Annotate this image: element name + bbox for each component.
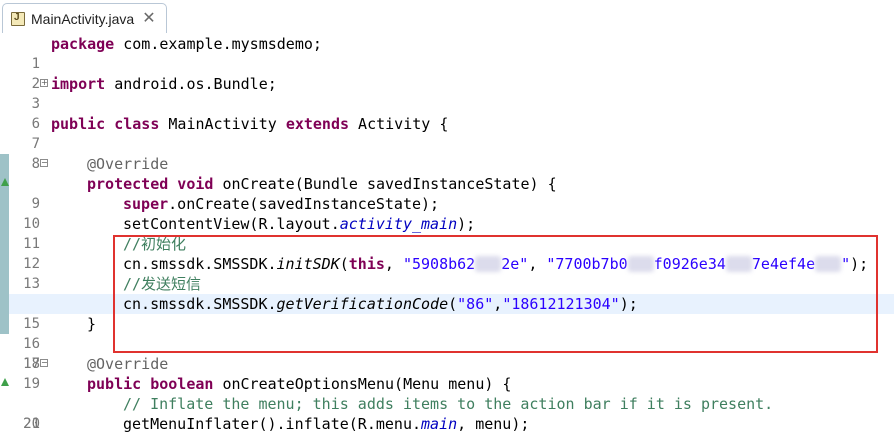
change-marker bbox=[0, 274, 9, 294]
keyword: package bbox=[51, 35, 115, 53]
highlight-box bbox=[113, 235, 878, 353]
code-text: onCreate(Bundle savedInstanceState) { bbox=[213, 175, 557, 193]
java-file-icon bbox=[11, 11, 25, 26]
gutter-marker bbox=[0, 374, 9, 394]
static-field: main bbox=[421, 415, 458, 433]
code-line: 20 public boolean onCreateOptionsMenu(Me… bbox=[0, 374, 894, 432]
code-editor[interactable]: 1 package com.example.mysmsdemo; 2 3 + i… bbox=[0, 34, 894, 433]
change-marker bbox=[0, 174, 9, 194]
change-marker bbox=[0, 294, 9, 314]
code-line: 22 getMenuInflater().inflate(R.menu.main… bbox=[0, 414, 894, 433]
override-arrow-icon[interactable] bbox=[1, 378, 9, 386]
keyword: super bbox=[123, 195, 169, 213]
code-text: com.example.mysmsdemo; bbox=[114, 35, 322, 53]
code-line: 3 + import android.os.Bundle; bbox=[0, 74, 894, 112]
code-text: .onCreate(savedInstanceState); bbox=[168, 195, 440, 213]
keyword: public class bbox=[51, 115, 160, 133]
code-text: , menu); bbox=[457, 415, 530, 433]
comment: // Inflate the menu; this adds items to … bbox=[123, 395, 774, 413]
code-text: Activity { bbox=[349, 115, 449, 133]
code-line: 2 bbox=[0, 54, 894, 92]
change-marker bbox=[0, 234, 9, 254]
keyword: import bbox=[51, 75, 106, 93]
code-line: 1 package com.example.mysmsdemo; bbox=[0, 34, 894, 72]
annotation: @Override bbox=[87, 155, 169, 173]
collapse-fold-icon[interactable]: − bbox=[40, 159, 48, 167]
change-marker bbox=[0, 254, 9, 274]
tab-mainactivity[interactable]: MainActivity.java ✕ bbox=[2, 3, 167, 33]
change-marker bbox=[0, 194, 9, 214]
close-icon[interactable]: ✕ bbox=[142, 10, 155, 27]
override-arrow-icon[interactable] bbox=[1, 178, 9, 186]
code-text: setContentView(R.layout. bbox=[123, 215, 340, 233]
change-marker bbox=[0, 214, 9, 234]
code-line: 21 // Inflate the menu; this adds items … bbox=[0, 394, 894, 432]
code-text: getMenuInflater().inflate(R.menu. bbox=[123, 415, 422, 433]
code-line: 8 bbox=[0, 134, 894, 172]
expand-fold-icon[interactable]: + bbox=[40, 79, 48, 87]
code-line: 19 − @Override bbox=[0, 354, 894, 392]
static-field: activity_main bbox=[339, 215, 458, 233]
change-marker bbox=[0, 154, 9, 174]
code-text: MainActivity bbox=[159, 115, 286, 133]
keyword: protected void bbox=[87, 175, 214, 193]
code-text: onCreateOptionsMenu(Menu menu) { bbox=[213, 375, 512, 393]
code-text: android.os.Bundle; bbox=[105, 75, 277, 93]
change-marker bbox=[0, 314, 9, 334]
code-line: 11 super.onCreate(savedInstanceState); bbox=[0, 194, 894, 252]
code-line: 7 public class MainActivity extends Acti… bbox=[0, 114, 894, 152]
collapse-fold-icon[interactable]: − bbox=[40, 359, 48, 367]
code-line: 12 setContentView(R.layout.activity_main… bbox=[0, 214, 894, 272]
keyword: extends bbox=[285, 115, 350, 133]
code-text: } bbox=[87, 315, 97, 333]
keyword: public boolean bbox=[87, 375, 214, 393]
code-line: 6 bbox=[0, 94, 894, 132]
annotation: @Override bbox=[87, 355, 169, 373]
code-line: 10 protected void onCreate(Bundle savedI… bbox=[0, 174, 894, 232]
tab-title: MainActivity.java bbox=[31, 10, 135, 27]
code-text: ); bbox=[457, 215, 476, 233]
code-line: 9 − @Override bbox=[0, 154, 894, 212]
editor-tab-bar: MainActivity.java ✕ bbox=[0, 0, 894, 35]
